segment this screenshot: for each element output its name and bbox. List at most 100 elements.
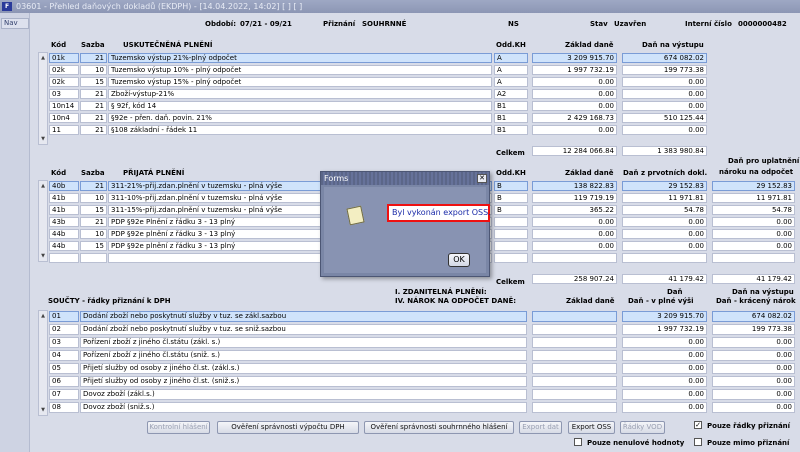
- overeni-vypoctu-button[interactable]: Ověření správnosti výpočtu DPH: [217, 421, 359, 434]
- sec1-zaklad-cell[interactable]: 0.00: [532, 77, 617, 87]
- sec1-dan-cell[interactable]: 0.00: [622, 125, 707, 135]
- sec3-nazev-cell[interactable]: Dodání zboží nebo poskytnutí služby v tu…: [80, 311, 527, 322]
- sec3-dan-cell[interactable]: 0.00: [622, 337, 707, 348]
- sec1-nazev-cell[interactable]: § 92f, kód 14: [108, 101, 492, 111]
- sec2-narok-cell[interactable]: 11 971.81: [712, 193, 795, 203]
- sec1-sazba-cell[interactable]: 15: [80, 77, 107, 87]
- sec1-kod-cell[interactable]: 01k: [49, 53, 79, 63]
- sec1-scrollbar[interactable]: ▲ ▼: [38, 52, 48, 145]
- sec1-nazev-cell[interactable]: Zboží-výstup-21%: [108, 89, 492, 99]
- sec1-nazev-cell[interactable]: Tuzemsko výstup 15% - plný odpočet: [108, 77, 492, 87]
- sec3-zaklad-cell[interactable]: [532, 324, 617, 335]
- sec2-dan-cell[interactable]: 29 152.83: [622, 181, 707, 191]
- sec2-oddkh-cell[interactable]: B: [494, 181, 528, 191]
- sec3-zaklad-cell[interactable]: [532, 389, 617, 400]
- sec1-dan-cell[interactable]: 199 773.38: [622, 65, 707, 75]
- sec2-empty-narok-cell[interactable]: [712, 253, 795, 263]
- ok-button[interactable]: OK: [448, 253, 470, 267]
- sec3-zaklad-cell[interactable]: [532, 350, 617, 361]
- sec1-oddkh-cell[interactable]: B1: [494, 125, 528, 135]
- sec2-kod-cell[interactable]: 40b: [49, 181, 79, 191]
- sec2-scrollbar[interactable]: ▲ ▼: [38, 180, 48, 262]
- sec1-dan-cell[interactable]: 510 125.44: [622, 113, 707, 123]
- sec1-dan-cell[interactable]: 674 082.02: [622, 53, 707, 63]
- sec1-sazba-cell[interactable]: 21: [80, 101, 107, 111]
- sec3-dan-cell[interactable]: 0.00: [622, 389, 707, 400]
- sec3-dan-cell[interactable]: 0.00: [622, 350, 707, 361]
- sec3-dan-cell[interactable]: 0.00: [622, 376, 707, 387]
- sec1-zaklad-cell[interactable]: 2 429 168.73: [532, 113, 617, 123]
- export-dat-button[interactable]: Export dat: [519, 421, 562, 434]
- sec3-dan-cell[interactable]: 0.00: [622, 402, 707, 413]
- sec3-nazev-cell[interactable]: Dovoz zboží (zákl.s.): [80, 389, 527, 400]
- sec2-zaklad-cell[interactable]: 0.00: [532, 229, 617, 239]
- sec2-empty-sazba-cell[interactable]: [80, 253, 107, 263]
- scroll-up-icon[interactable]: ▲: [39, 54, 47, 62]
- sec1-nazev-cell[interactable]: §92e - přen. daň. povin. 21%: [108, 113, 492, 123]
- sec2-sazba-cell[interactable]: 21: [80, 181, 107, 191]
- sec3-nazev-cell[interactable]: Dovoz zboží (sniž.s.): [80, 402, 527, 413]
- sec2-oddkh-cell[interactable]: [494, 229, 528, 239]
- sec2-dan-cell[interactable]: 0.00: [622, 217, 707, 227]
- sec2-oddkh-cell[interactable]: [494, 241, 528, 251]
- sec2-sazba-cell[interactable]: 21: [80, 217, 107, 227]
- kontrolni-hlaseni-button[interactable]: Kontrolní hlášení: [147, 421, 210, 434]
- sec1-kod-cell[interactable]: 10n4: [49, 113, 79, 123]
- sec3-zaklad-cell[interactable]: [532, 337, 617, 348]
- sec1-oddkh-cell[interactable]: A: [494, 53, 528, 63]
- sec2-zaklad-cell[interactable]: 0.00: [532, 217, 617, 227]
- sec1-nazev-cell[interactable]: Tuzemsko výstup 21%-plný odpočet: [108, 53, 492, 63]
- sec2-sazba-cell[interactable]: 15: [80, 241, 107, 251]
- scroll-down-icon[interactable]: ▼: [39, 406, 47, 414]
- sec2-zaklad-cell[interactable]: 0.00: [532, 241, 617, 251]
- sec2-oddkh-cell[interactable]: B: [494, 193, 528, 203]
- sec3-zaklad-cell[interactable]: [532, 376, 617, 387]
- sec2-empty-oddkh-cell[interactable]: [494, 253, 528, 263]
- sec3-dan-cell[interactable]: 1 997 732.19: [622, 324, 707, 335]
- sec1-zaklad-cell[interactable]: 0.00: [532, 125, 617, 135]
- sec3-kod-cell[interactable]: 03: [49, 337, 79, 348]
- sec3-nazev-cell[interactable]: Přijetí služby od osoby z jiného čl.st. …: [80, 376, 527, 387]
- sec2-oddkh-cell[interactable]: B: [494, 205, 528, 215]
- sec1-zaklad-cell[interactable]: 0.00: [532, 101, 617, 111]
- sec2-dan-cell[interactable]: 0.00: [622, 229, 707, 239]
- sec1-oddkh-cell[interactable]: A: [494, 65, 528, 75]
- sec3-zaklad-cell[interactable]: [532, 311, 617, 322]
- sec1-sazba-cell[interactable]: 10: [80, 65, 107, 75]
- sec2-narok-cell[interactable]: 0.00: [712, 241, 795, 251]
- sec1-zaklad-cell[interactable]: 0.00: [532, 89, 617, 99]
- sec3-nazev-cell[interactable]: Dodání zboží nebo poskytnutí služby v tu…: [80, 324, 527, 335]
- close-icon[interactable]: ✕: [477, 174, 487, 183]
- sec2-narok-cell[interactable]: 29 152.83: [712, 181, 795, 191]
- sec3-narok-cell[interactable]: 0.00: [712, 337, 795, 348]
- sec2-narok-cell[interactable]: 0.00: [712, 229, 795, 239]
- sec2-narok-cell[interactable]: 54.78: [712, 205, 795, 215]
- pouze-radky-checkbox[interactable]: ✓: [694, 421, 702, 429]
- sec3-kod-cell[interactable]: 07: [49, 389, 79, 400]
- sec1-kod-cell[interactable]: 10n14: [49, 101, 79, 111]
- sec3-narok-cell[interactable]: 0.00: [712, 402, 795, 413]
- sec2-zaklad-cell[interactable]: 365.22: [532, 205, 617, 215]
- pouze-nenulove-checkbox[interactable]: [574, 438, 582, 446]
- sec1-kod-cell[interactable]: 02k: [49, 77, 79, 87]
- sec2-zaklad-cell[interactable]: 138 822.83: [532, 181, 617, 191]
- sec2-sazba-cell[interactable]: 15: [80, 205, 107, 215]
- sec3-kod-cell[interactable]: 05: [49, 363, 79, 374]
- sec2-empty-zaklad-cell[interactable]: [532, 253, 617, 263]
- sec1-oddkh-cell[interactable]: B1: [494, 113, 528, 123]
- sec2-empty-kod-cell[interactable]: [49, 253, 79, 263]
- sec3-nazev-cell[interactable]: Pořízení zboží z jiného čl.státu (zákl. …: [80, 337, 527, 348]
- sec1-dan-cell[interactable]: 0.00: [622, 77, 707, 87]
- sec2-zaklad-cell[interactable]: 119 719.19: [532, 193, 617, 203]
- sec2-kod-cell[interactable]: 44b: [49, 241, 79, 251]
- nav-button[interactable]: Nav: [1, 18, 29, 29]
- sec3-dan-cell[interactable]: 3 209 915.70: [622, 311, 707, 322]
- scroll-down-icon[interactable]: ▼: [39, 252, 47, 260]
- sec3-kod-cell[interactable]: 06: [49, 376, 79, 387]
- sec1-oddkh-cell[interactable]: A: [494, 77, 528, 87]
- sec3-narok-cell[interactable]: 0.00: [712, 350, 795, 361]
- sec3-narok-cell[interactable]: 674 082.02: [712, 311, 795, 322]
- sec2-dan-cell[interactable]: 54.78: [622, 205, 707, 215]
- sec3-zaklad-cell[interactable]: [532, 402, 617, 413]
- sec2-dan-cell[interactable]: 11 971.81: [622, 193, 707, 203]
